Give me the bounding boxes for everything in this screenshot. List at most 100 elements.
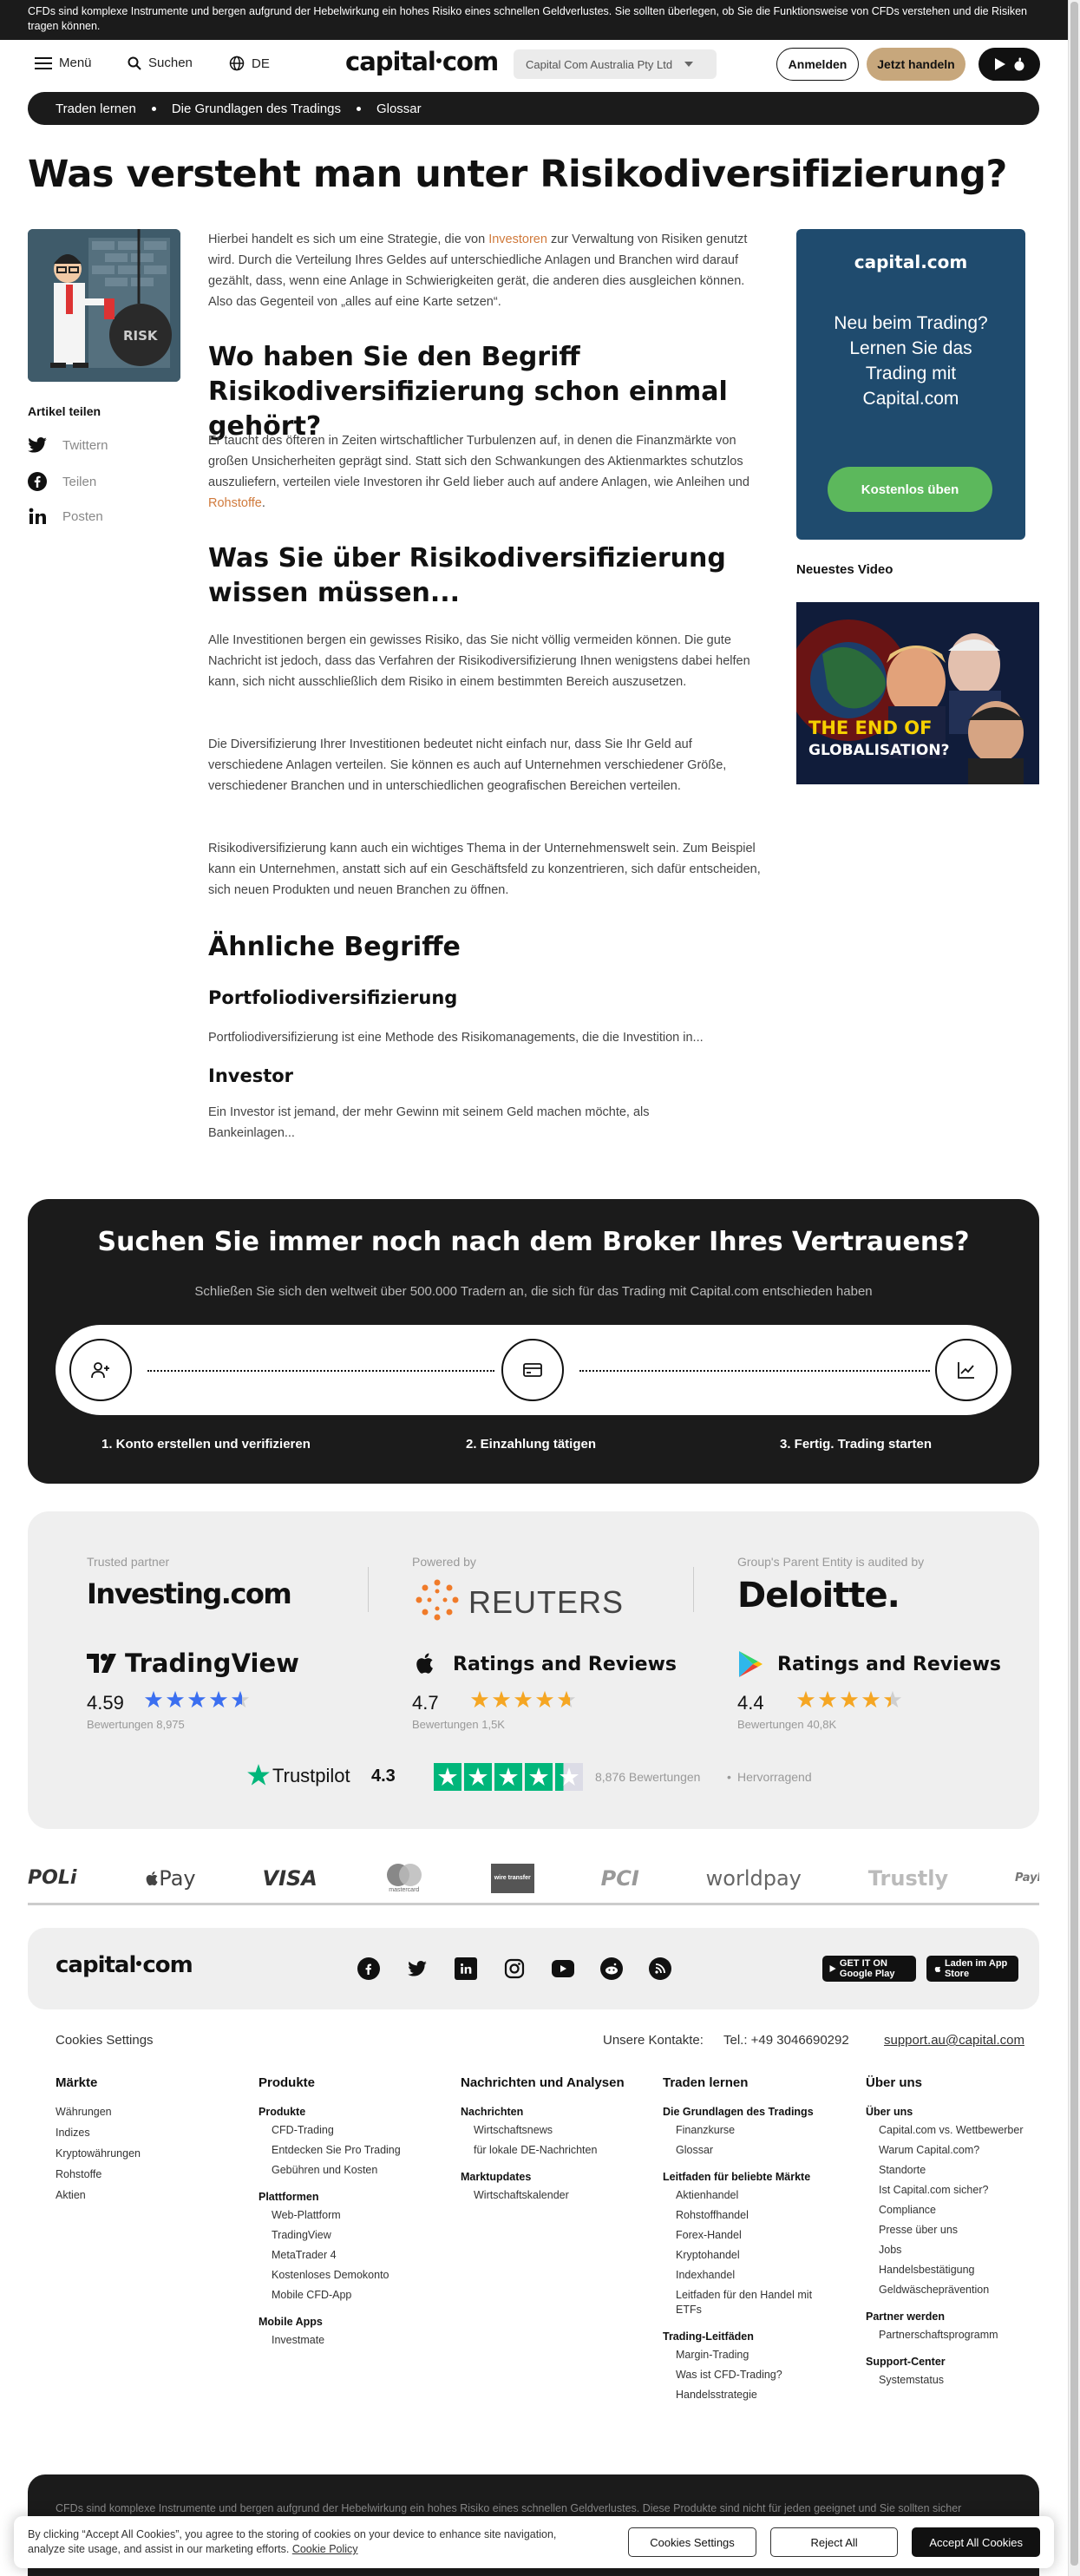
footer-group-title[interactable]: Trading-Leitfäden — [663, 2330, 836, 2344]
footer-link[interactable]: Warum Capital.com? — [866, 2143, 1039, 2158]
footer-link[interactable]: für lokale DE-Nachrichten — [461, 2143, 634, 2158]
footer-group-title[interactable]: Produkte — [259, 2105, 432, 2120]
entity-selector[interactable]: Capital Com Australia Pty Ltd — [514, 49, 717, 79]
footer-group-title[interactable]: Nachrichten — [461, 2105, 634, 2120]
footer-link[interactable]: Margin-Trading — [663, 2348, 836, 2363]
reject-all-label: Reject All — [810, 2535, 858, 2549]
trade-now-button[interactable]: Jetzt handeln — [867, 48, 965, 81]
footer-link[interactable]: Glossar — [663, 2143, 836, 2158]
footer-link[interactable]: Geldwäscheprävention — [866, 2283, 1039, 2297]
scrollbar[interactable] — [1068, 0, 1080, 2576]
google-play-badge[interactable]: GET IT ON Google Play — [822, 1956, 916, 1982]
menu-button[interactable]: Menü — [35, 56, 92, 70]
cookies-settings-link[interactable]: Cookies Settings — [56, 2033, 154, 2048]
app-store-badge[interactable]: Laden im App Store — [926, 1956, 1018, 1982]
share-twitter[interactable]: Twittern — [28, 437, 108, 453]
language-selector[interactable]: DE — [229, 56, 270, 71]
footer-link[interactable]: Kryptowährungen — [56, 2143, 229, 2164]
rohstoffe-link[interactable]: Rohstoffe — [208, 496, 262, 510]
footer-link[interactable]: Aktien — [56, 2185, 229, 2206]
footer-link[interactable]: Partnerschaftsprogramm — [866, 2328, 1039, 2343]
footer-group-title[interactable]: Leitfaden für beliebte Märkte — [663, 2170, 836, 2185]
rating-score-2: 4.7 — [412, 1692, 439, 1714]
contact-email[interactable]: support.au@capital.com — [884, 2033, 1024, 2048]
footer-link[interactable]: Systemstatus — [866, 2373, 1039, 2388]
broker-title: Suchen Sie immer noch nach dem Broker Ih… — [97, 1227, 970, 1257]
footer-link[interactable]: Investmate — [259, 2333, 432, 2348]
share-linkedin[interactable]: Posten — [28, 507, 103, 526]
latest-video-thumbnail[interactable]: THE END OF GLOBALISATION? — [796, 602, 1039, 784]
footer-logo[interactable]: capital com — [56, 1952, 193, 1978]
term-title-1[interactable]: Portfoliodiversifizierung — [208, 987, 457, 1008]
footer-group-title[interactable]: Support-Center — [866, 2355, 1039, 2370]
linkedin-icon[interactable] — [455, 1957, 477, 1980]
footer-link[interactable]: Standorte — [866, 2163, 1039, 2178]
breadcrumb-item-2[interactable]: Die Grundlagen des Tradings — [172, 102, 341, 116]
footer-link[interactable]: Indizes — [56, 2122, 229, 2143]
twitter-icon — [28, 437, 47, 453]
footer-group-title[interactable]: Mobile Apps — [259, 2315, 432, 2330]
capital-com-logo[interactable]: capital com — [345, 47, 499, 76]
footer-link[interactable]: Compliance — [866, 2203, 1039, 2218]
rss-icon[interactable] — [649, 1957, 671, 1980]
footer-group-title[interactable]: Die Grundlagen des Tradings — [663, 2105, 836, 2120]
practice-free-button[interactable]: Kostenlos üben — [828, 467, 992, 512]
footer-link[interactable]: Währungen — [56, 2101, 229, 2122]
footer-link[interactable]: Aktienhandel — [663, 2188, 836, 2203]
footer-link[interactable]: CFD-Trading — [259, 2123, 432, 2138]
facebook-icon[interactable] — [357, 1957, 380, 1980]
footer-link[interactable]: Was ist CFD-Trading? — [663, 2368, 836, 2383]
footer-group-title[interactable]: Partner werden — [866, 2310, 1039, 2324]
footer-link[interactable]: Handelsstrategie — [663, 2388, 836, 2402]
footer-link[interactable]: Presse über uns — [866, 2223, 1039, 2238]
footer-group-title[interactable]: Plattformen — [259, 2190, 432, 2205]
footer-link[interactable]: Ist Capital.com sicher? — [866, 2183, 1039, 2198]
footer-link[interactable]: Kryptohandel — [663, 2248, 836, 2263]
reject-all-button[interactable]: Reject All — [769, 2527, 899, 2557]
footer-link[interactable]: Wirtschaftsnews — [461, 2123, 634, 2138]
footer-link[interactable]: Finanzkurse — [663, 2123, 836, 2138]
trustpilot-stars — [434, 1763, 586, 1791]
footer-link[interactable]: Leitfaden für den Handel mit ETFs — [663, 2288, 836, 2317]
scrollbar-thumb[interactable] — [1070, 2, 1078, 2566]
footer-link[interactable]: Jobs — [866, 2243, 1039, 2258]
footer-group-title[interactable]: Marktupdates — [461, 2170, 634, 2185]
footer-link[interactable]: Entdecken Sie Pro Trading — [259, 2143, 432, 2158]
reddit-icon[interactable] — [600, 1957, 623, 1980]
footer-link[interactable]: Web-Plattform — [259, 2208, 432, 2223]
step-connector — [147, 1370, 494, 1372]
footer-group-title[interactable]: Über uns — [866, 2105, 1039, 2120]
search-label: Suchen — [148, 56, 193, 70]
footer-link[interactable]: Capital.com vs. Wettbewerber — [866, 2123, 1039, 2138]
youtube-icon[interactable] — [552, 1960, 574, 1977]
step-3-circle — [935, 1339, 998, 1401]
search-button[interactable]: Suchen — [128, 56, 193, 70]
accept-all-button[interactable]: Accept All Cookies — [912, 2527, 1040, 2557]
footer-link[interactable]: MetaTrader 4 — [259, 2248, 432, 2263]
cookie-policy-link[interactable]: Cookie Policy — [292, 2543, 358, 2555]
footer-link[interactable]: Rohstoffhandel — [663, 2208, 836, 2223]
footer-link[interactable]: Kostenloses Demokonto — [259, 2268, 432, 2283]
breadcrumb-item-1[interactable]: Traden lernen — [56, 102, 136, 116]
instagram-icon[interactable] — [503, 1957, 526, 1980]
trustpilot-score: 4.3 — [371, 1766, 396, 1786]
partner-label-3: Group's Parent Entity is audited by — [737, 1555, 925, 1569]
footer-link[interactable]: Gebühren und Kosten — [259, 2163, 432, 2178]
twitter-icon[interactable] — [406, 1957, 429, 1980]
footer-link[interactable]: Wirtschaftskalender — [461, 2188, 634, 2203]
footer-link[interactable]: Indexhandel — [663, 2268, 836, 2283]
footer-link[interactable]: TradingView — [259, 2228, 432, 2243]
app-download-button[interactable] — [979, 48, 1040, 81]
login-button[interactable]: Anmelden — [776, 48, 859, 81]
share-facebook[interactable]: Teilen — [28, 472, 96, 491]
investoren-link[interactable]: Investoren — [488, 233, 547, 246]
footer-link[interactable]: Forex-Handel — [663, 2228, 836, 2243]
contact-phone[interactable]: Tel.: +49 3046690292 — [723, 2033, 849, 2048]
footer-link[interactable]: Rohstoffe — [56, 2164, 229, 2185]
footer-link[interactable]: Handelsbestätigung — [866, 2263, 1039, 2278]
cookies-settings-button[interactable]: Cookies Settings — [628, 2527, 756, 2557]
footer-link[interactable]: Mobile CFD-App — [259, 2288, 432, 2303]
term-title-2[interactable]: Investor — [208, 1065, 293, 1086]
breadcrumb-separator — [151, 106, 156, 111]
breadcrumb-item-3[interactable]: Glossar — [376, 102, 422, 116]
